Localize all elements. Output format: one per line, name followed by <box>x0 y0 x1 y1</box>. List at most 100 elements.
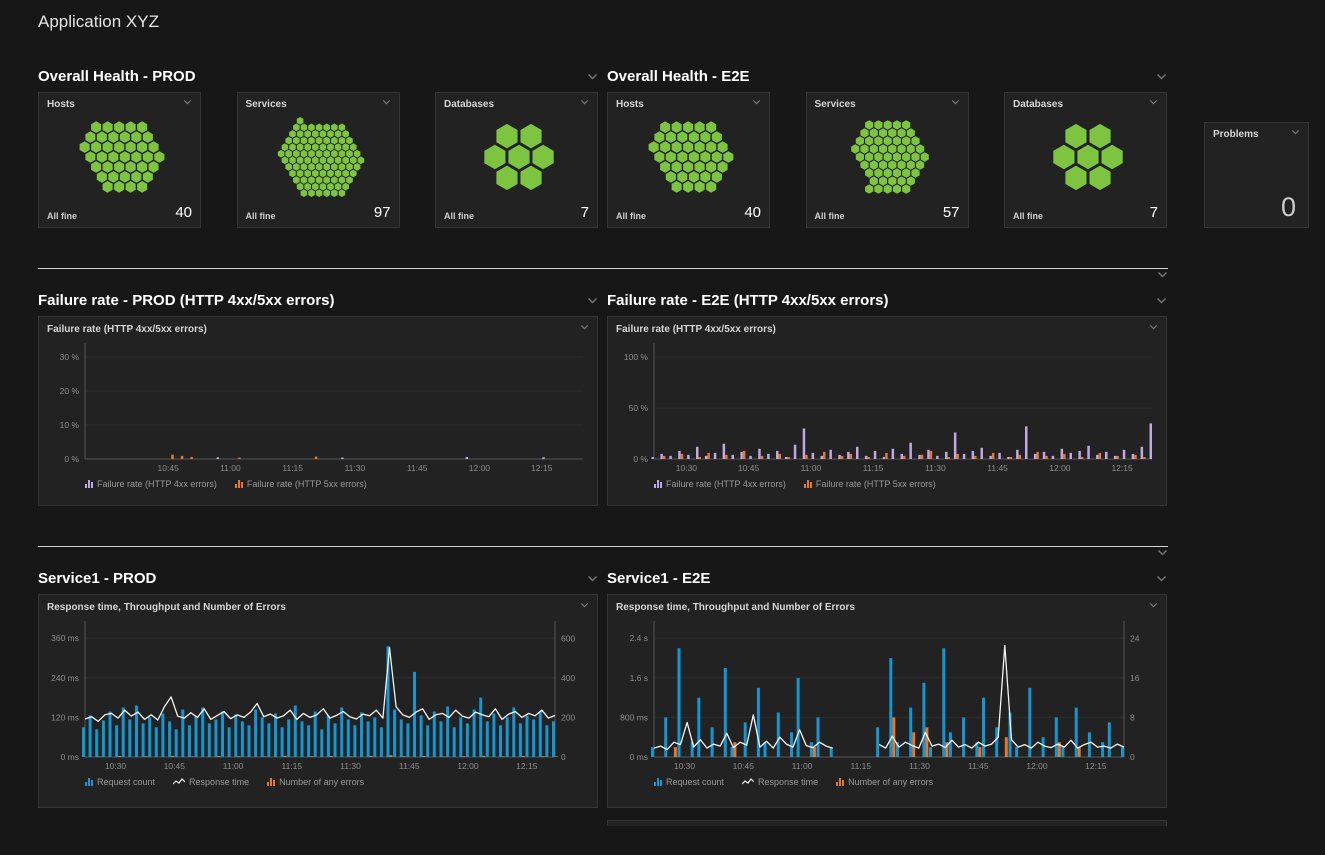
chart-title: Failure rate (HTTP 4xx/5xx errors) <box>616 324 776 335</box>
svg-text:0: 0 <box>561 752 566 762</box>
chart-tile-service-e2e[interactable]: Response time, Throughput and Number of … <box>607 594 1167 808</box>
honeycomb-hosts <box>616 110 761 204</box>
chevron-down-icon[interactable] <box>1149 324 1158 330</box>
bottom-row <box>38 820 1310 826</box>
chart-title: Response time, Throughput and Number of … <box>616 602 855 613</box>
chart-tile-failure-prod[interactable]: Failure rate (HTTP 4xx/5xx errors) 0 %10… <box>38 316 598 506</box>
svg-text:12:15: 12:15 <box>531 463 553 473</box>
legend-label: Response time <box>758 777 818 787</box>
svg-text:11:15: 11:15 <box>282 463 303 473</box>
service-chart-e2e[interactable]: 0 ms800 ms1.6 s2.4 s08162410:3010:4511:0… <box>608 615 1166 775</box>
bar-chart-icon <box>654 778 662 786</box>
honeycomb-databases <box>444 110 589 204</box>
svg-text:8: 8 <box>1130 712 1135 722</box>
status-text: All fine <box>1013 211 1043 221</box>
legend-item-errors[interactable]: Number of any errors <box>267 777 364 787</box>
svg-text:0 ms: 0 ms <box>630 752 648 762</box>
chart-tile-service-prod[interactable]: Response time, Throughput and Number of … <box>38 594 598 808</box>
chevron-down-icon[interactable] <box>587 297 598 304</box>
health-tile-databases-prod[interactable]: Databases All fine 7 <box>435 92 598 228</box>
svg-text:11:15: 11:15 <box>281 761 302 771</box>
bar-chart-icon <box>235 480 243 488</box>
problems-count: 0 <box>1213 194 1300 221</box>
service-chart-prod[interactable]: 0 ms120 ms240 ms360 ms020040060010:3010:… <box>39 615 597 775</box>
section-failure-rate-prod: Failure rate - PROD (HTTP 4xx/5xx errors… <box>38 290 598 506</box>
section-title: Overall Health - E2E <box>607 68 750 85</box>
entity-count: 40 <box>175 204 192 221</box>
svg-text:400: 400 <box>561 673 575 683</box>
section-divider <box>38 546 1168 556</box>
legend-item-4xx[interactable]: Failure rate (HTTP 4xx errors) <box>85 479 217 489</box>
chevron-down-icon[interactable] <box>1156 575 1167 582</box>
svg-text:12:00: 12:00 <box>457 761 479 771</box>
chart-tile-failure-e2e[interactable]: Failure rate (HTTP 4xx/5xx errors) 0 %50… <box>607 316 1167 506</box>
chart-legend: Request count Response time Number of an… <box>39 775 597 787</box>
legend-item-response-time[interactable]: Response time <box>742 777 818 787</box>
health-tile-hosts-prod[interactable]: Hosts All fine 40 <box>38 92 201 228</box>
chevron-down-icon[interactable] <box>1149 99 1158 105</box>
chevron-down-icon[interactable] <box>1149 602 1158 608</box>
chevron-down-icon[interactable] <box>1156 297 1167 304</box>
entity-count: 97 <box>374 204 391 221</box>
legend-label: Number of any errors <box>848 777 933 787</box>
chevron-down-icon[interactable] <box>1291 129 1300 135</box>
chevron-down-icon[interactable] <box>587 73 598 80</box>
chevron-down-icon[interactable] <box>1156 73 1167 80</box>
svg-text:120 ms: 120 ms <box>51 712 79 722</box>
health-tile-hosts-e2e[interactable]: Hosts All fine 40 <box>607 92 770 228</box>
legend-item-4xx[interactable]: Failure rate (HTTP 4xx errors) <box>654 479 786 489</box>
svg-text:12:00: 12:00 <box>1026 761 1048 771</box>
svg-text:10 %: 10 % <box>60 420 80 430</box>
legend-item-5xx[interactable]: Failure rate (HTTP 5xx errors) <box>235 479 367 489</box>
svg-text:11:00: 11:00 <box>801 463 822 473</box>
chevron-down-icon[interactable] <box>587 575 598 582</box>
svg-text:12:15: 12:15 <box>1111 463 1133 473</box>
section-header: Overall Health - PROD <box>38 66 598 86</box>
section-header: Overall Health - E2E <box>607 66 1167 86</box>
bar-chart-icon <box>804 480 812 488</box>
legend-label: Failure rate (HTTP 5xx errors) <box>816 479 936 489</box>
chevron-down-icon[interactable] <box>951 99 960 105</box>
chevron-down-icon[interactable] <box>580 602 589 608</box>
legend-item-request-count[interactable]: Request count <box>654 777 724 787</box>
section-overall-health-prod: Overall Health - PROD Hosts All fine 40 <box>38 66 598 228</box>
svg-text:1.6 s: 1.6 s <box>630 673 648 683</box>
failure-rate-chart-prod[interactable]: 0 %10 %20 %30 %10:4511:0011:1511:3011:45… <box>39 337 597 477</box>
svg-text:0: 0 <box>1130 752 1135 762</box>
svg-text:200: 200 <box>561 712 575 722</box>
svg-text:600: 600 <box>561 633 575 643</box>
chevron-down-icon[interactable] <box>752 99 761 105</box>
svg-text:50 %: 50 % <box>629 403 649 413</box>
legend-label: Failure rate (HTTP 5xx errors) <box>247 479 367 489</box>
status-text: All fine <box>444 211 474 221</box>
health-tiles: Hosts All fine 40 Services <box>38 92 598 228</box>
problems-tile[interactable]: Problems 0 <box>1204 122 1309 228</box>
health-tile-services-e2e[interactable]: Services All fine 57 <box>806 92 969 228</box>
section-title: Service1 - PROD <box>38 570 156 587</box>
section-title: Failure rate - PROD (HTTP 4xx/5xx errors… <box>38 292 335 309</box>
chevron-down-icon[interactable] <box>183 99 192 105</box>
chevron-down-icon[interactable] <box>38 271 1168 278</box>
legend-item-response-time[interactable]: Response time <box>173 777 249 787</box>
bar-chart-icon <box>654 480 662 488</box>
legend-item-errors[interactable]: Number of any errors <box>836 777 933 787</box>
svg-text:360 ms: 360 ms <box>51 633 79 643</box>
svg-text:11:15: 11:15 <box>850 761 871 771</box>
section-title: Overall Health - PROD <box>38 68 196 85</box>
chart-title: Response time, Throughput and Number of … <box>47 602 286 613</box>
legend-item-request-count[interactable]: Request count <box>85 777 155 787</box>
svg-text:10:30: 10:30 <box>105 761 127 771</box>
svg-text:12:15: 12:15 <box>516 761 538 771</box>
chevron-down-icon[interactable] <box>38 549 1168 556</box>
svg-text:30 %: 30 % <box>60 352 80 362</box>
failure-rate-chart-e2e[interactable]: 0 %50 %100 %10:3010:4511:0011:1511:3011:… <box>608 337 1166 477</box>
legend-item-5xx[interactable]: Failure rate (HTTP 5xx errors) <box>804 479 936 489</box>
chevron-down-icon[interactable] <box>382 99 391 105</box>
chevron-down-icon[interactable] <box>580 324 589 330</box>
health-tile-databases-e2e[interactable]: Databases All fine 7 <box>1004 92 1167 228</box>
svg-text:10:45: 10:45 <box>164 761 186 771</box>
line-chart-icon <box>173 778 185 786</box>
health-tile-services-prod[interactable]: Services All fine 97 <box>237 92 400 228</box>
section-header: Service1 - E2E <box>607 568 1167 588</box>
chevron-down-icon[interactable] <box>580 99 589 105</box>
